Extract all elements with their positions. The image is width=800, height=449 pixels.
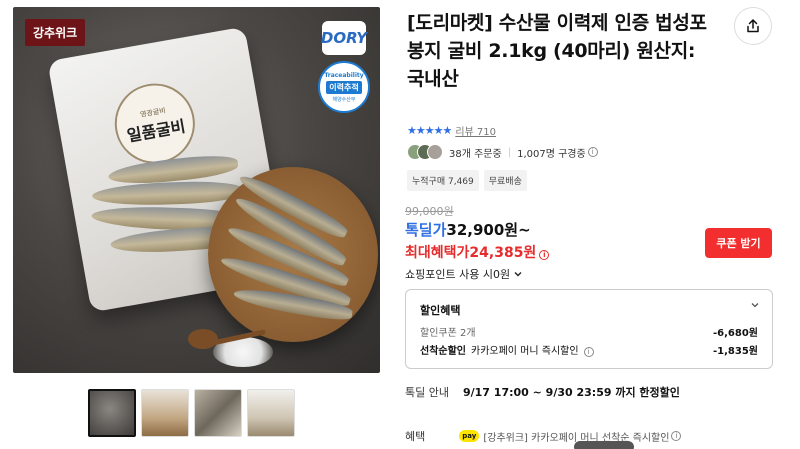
info-icon[interactable]: i bbox=[671, 431, 682, 441]
product-title: [도리마켓] 수산물 이력제 인증 법성포 봉지 굴비 2.1kg (40마리)… bbox=[407, 12, 707, 90]
bag-title: 일품굴비 bbox=[125, 116, 187, 146]
seal-bottom-text: 해양수산부 bbox=[332, 96, 356, 103]
review-link[interactable]: 리뷰 710 bbox=[455, 123, 496, 138]
benefit-label: 혜택 bbox=[405, 430, 426, 443]
first-come-discount-row: 선착순할인 카카오페이 머니 즉시할인 i -1,835원 bbox=[420, 342, 758, 357]
coupon-discount-label: 할인쿠폰 2개 bbox=[420, 328, 476, 339]
deal-price: 32,900원~ bbox=[446, 221, 531, 239]
points-text: 쇼핑포인트 사용 시0원 bbox=[405, 268, 511, 281]
traceability-seal: Traceability 이력추적 해양수산부 bbox=[318, 61, 370, 113]
wooden-spoon bbox=[188, 329, 218, 349]
benefit-panel-title: 할인혜택 bbox=[420, 304, 461, 317]
star-rating-icon: ★★★★★ bbox=[407, 124, 452, 137]
first-come-discount-amount: -1,835원 bbox=[713, 346, 758, 357]
deal-guide-label: 톡딜 안내 bbox=[405, 386, 449, 399]
product-main-image: 영광굴비 일품굴비 강추위크 DORY Traceability 이력추적 해양… bbox=[13, 7, 380, 373]
wooden-plate bbox=[208, 167, 378, 342]
share-button[interactable] bbox=[734, 7, 772, 45]
tag-cumulative-purchases: 누적구매 7,469 bbox=[407, 170, 479, 191]
max-benefit-price: 24,385원 bbox=[469, 245, 537, 261]
coupon-button[interactable]: 쿠폰 받기 bbox=[705, 228, 772, 258]
original-price: 99,000원 bbox=[405, 205, 454, 218]
avatar bbox=[427, 144, 443, 160]
deal-guide-row: 톡딜 안내 9/17 17:00 ~ 9/30 23:59 까지 한정할인 bbox=[405, 384, 680, 400]
fish bbox=[91, 179, 243, 208]
share-icon bbox=[747, 19, 759, 33]
thumbnail-2[interactable] bbox=[141, 389, 189, 437]
social-proof-row: 38개 주문중 | 1,007명 구경중 i bbox=[407, 144, 598, 160]
info-icon[interactable]: i bbox=[583, 347, 594, 357]
points-row[interactable]: 쇼핑포인트 사용 시0원 bbox=[405, 266, 523, 282]
chevron-down-icon bbox=[514, 272, 522, 277]
deal-guide-period: 9/17 17:00 ~ 9/30 23:59 까지 한정할인 bbox=[462, 386, 680, 399]
tooltip-bubble bbox=[574, 441, 634, 449]
buyer-avatars bbox=[407, 144, 443, 160]
first-come-label: 선착순할인 bbox=[420, 346, 466, 357]
kakaopay-badge-icon: pay bbox=[459, 430, 480, 442]
rating-row: ★★★★★ 리뷰 710 bbox=[407, 123, 496, 138]
coupon-discount-row: 할인쿠폰 2개 -6,680원 bbox=[420, 324, 758, 339]
info-icon[interactable]: i bbox=[587, 147, 598, 157]
thumbnail-1[interactable] bbox=[88, 389, 136, 437]
seal-main-text: 이력추적 bbox=[326, 80, 362, 94]
thumbnail-3[interactable] bbox=[194, 389, 242, 437]
deal-label: 톡딜가 bbox=[405, 221, 447, 239]
product-tags: 누적구매 7,469 무료배송 bbox=[407, 170, 527, 191]
deal-price-row: 톡딜가 32,900원~ bbox=[405, 219, 531, 240]
seal-top-text: Traceability bbox=[324, 71, 364, 79]
kakaopay-discount-label: 카카오페이 머니 즉시할인 bbox=[471, 346, 579, 357]
divider: | bbox=[507, 146, 512, 158]
tag-free-shipping: 무료배송 bbox=[483, 170, 527, 191]
max-benefit-label: 최대혜택가 bbox=[405, 245, 470, 261]
thumbnail-strip bbox=[88, 389, 295, 437]
info-icon[interactable]: i bbox=[539, 250, 550, 260]
coupon-discount-amount: -6,680원 bbox=[713, 328, 758, 339]
chevron-down-icon[interactable] bbox=[750, 300, 760, 313]
orders-count: 38개 주문중 bbox=[449, 148, 502, 160]
brand-logo: DORY bbox=[321, 21, 367, 55]
watching-count: 1,007명 구경중 bbox=[517, 148, 586, 160]
discount-benefit-panel: 할인혜택 할인쿠폰 2개 -6,680원 선착순할인 카카오페이 머니 즉시할인 … bbox=[405, 289, 773, 369]
thumbnail-4[interactable] bbox=[247, 389, 295, 437]
max-benefit-row: 최대혜택가 24,385원 i bbox=[405, 242, 550, 262]
bag-label: 영광굴비 일품굴비 bbox=[108, 77, 202, 170]
benefit-row: 혜택 pay [강추위크] 카카오페이 머니 선착순 즉시할인 i bbox=[405, 428, 682, 444]
image-badge: 강추위크 bbox=[25, 19, 86, 46]
